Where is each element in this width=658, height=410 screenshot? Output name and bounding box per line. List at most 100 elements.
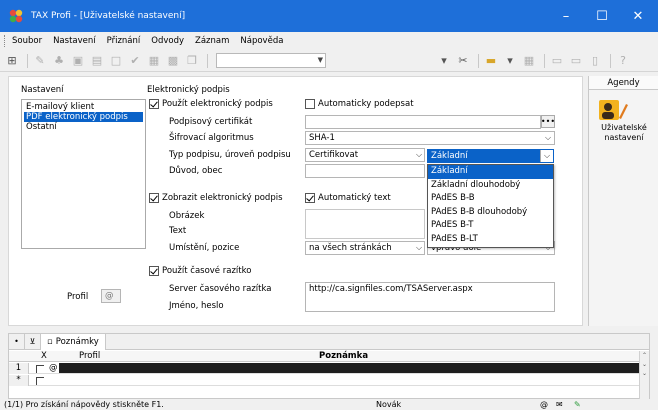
- folder-icon[interactable]: ▬: [483, 53, 499, 69]
- toolbar-separator: [610, 53, 611, 68]
- edit-pen-icon[interactable]: ✎: [574, 400, 581, 410]
- maximize-button[interactable]: ☐: [584, 0, 620, 32]
- chevron-down-icon: ▼: [317, 56, 323, 64]
- menu-grip: [4, 35, 7, 47]
- close-button[interactable]: ✕: [620, 0, 656, 32]
- menu-zaznam[interactable]: Záznam: [195, 36, 229, 46]
- window-icon[interactable]: ▭: [549, 53, 565, 69]
- menu-bar: Soubor Nastavení Přiznání Odvody Záznam …: [0, 32, 658, 50]
- confirm-icon[interactable]: ✔: [127, 53, 143, 69]
- help-icon[interactable]: ?: [615, 53, 631, 69]
- row-checkbox[interactable]: [36, 365, 44, 373]
- profil-field[interactable]: @: [101, 289, 121, 303]
- reason-field[interactable]: [305, 164, 425, 178]
- window-title: TAX Profi - [Uživatelské nastavení]: [31, 11, 186, 21]
- menu-soubor[interactable]: Soubor: [12, 36, 42, 46]
- algo-field[interactable]: SHA-1: [305, 131, 555, 145]
- row-note-cell[interactable]: [59, 363, 639, 373]
- tab-notes-label: Poznámky: [55, 336, 99, 347]
- show-signature-checkbox[interactable]: Zobrazit elektronický podpis: [149, 193, 283, 203]
- chevron-down-icon[interactable]: ⌵: [542, 132, 554, 144]
- chevron-down-icon[interactable]: ⌵: [413, 242, 425, 254]
- layout-icon[interactable]: ▯: [587, 53, 603, 69]
- minimize-button[interactable]: –: [548, 0, 584, 32]
- settings-nav-list: E-mailový klient PDF elektronický podpis…: [21, 99, 146, 249]
- level-combo[interactable]: Základní ⌵: [427, 149, 554, 163]
- row-number: 1: [9, 363, 29, 374]
- col-note[interactable]: Poznámka: [319, 351, 368, 362]
- edit-icon[interactable]: ✎: [32, 53, 48, 69]
- use-signature-checkbox[interactable]: Použít elektronický podpis: [149, 99, 273, 109]
- menu-nastaveni[interactable]: Nastavení: [53, 36, 96, 46]
- checkbox-box: [305, 193, 315, 203]
- level-option[interactable]: PAdES B-B dlouhodobý: [428, 206, 553, 220]
- cert-browse-button[interactable]: •••: [541, 115, 555, 128]
- panel-toggle-icon[interactable]: ⊞: [4, 53, 20, 69]
- nav-item-pdf-signature[interactable]: PDF elektronický podpis: [24, 112, 143, 122]
- menu-priznani[interactable]: Přiznání: [107, 36, 141, 46]
- user-settings-icon[interactable]: [597, 98, 629, 126]
- signature-text-field[interactable]: [305, 209, 425, 239]
- users-icon[interactable]: ♣: [51, 53, 67, 69]
- status-flag: @: [540, 400, 548, 409]
- row-checkbox[interactable]: [36, 377, 44, 385]
- window-alt-icon[interactable]: ▭: [568, 53, 584, 69]
- pin-icon[interactable]: •: [9, 333, 25, 350]
- grid-scrollbar[interactable]: ⌃ ⌄ ⌄: [639, 351, 649, 399]
- mail-icon[interactable]: ✉: [556, 400, 563, 410]
- col-x[interactable]: X: [41, 351, 47, 362]
- agendy-title: Agendy: [589, 76, 658, 90]
- level-dropdown-list: Základní Základní dlouhodobý PAdES B-B P…: [427, 164, 554, 248]
- type-field[interactable]: Certifikovat: [305, 148, 425, 162]
- level-option[interactable]: Základní dlouhodobý: [428, 179, 553, 193]
- level-combo-value: Základní: [431, 151, 468, 161]
- cut-icon[interactable]: ✂: [455, 53, 471, 69]
- status-bar: (1/1) Pro získání nápovědy stiskněte F1.…: [0, 400, 658, 410]
- grid-header: X Profil Poznámka: [9, 351, 639, 362]
- save-all-icon[interactable]: ▩: [165, 53, 181, 69]
- chevron-down-icon[interactable]: ▾: [502, 53, 518, 69]
- position-label: Umístění, pozice: [169, 243, 240, 253]
- checkbox-label: Použít časové razítko: [162, 266, 252, 276]
- level-option[interactable]: Základní: [428, 165, 553, 179]
- note-icon: ▫: [47, 336, 53, 347]
- chevron-down-icon[interactable]: ⌵: [413, 149, 425, 161]
- chevron-down-icon[interactable]: ⌵: [540, 150, 553, 162]
- export-icon[interactable]: ▤: [89, 53, 105, 69]
- auto-sign-checkbox[interactable]: Automaticky podepsat: [305, 99, 414, 109]
- filter-icon[interactable]: ⊻: [25, 333, 41, 350]
- menu-napoveda[interactable]: Nápověda: [240, 36, 283, 46]
- level-option[interactable]: PAdES B-LT: [428, 233, 553, 247]
- calendar-icon[interactable]: ▦: [521, 53, 537, 69]
- server-field[interactable]: http://ca.signfiles.com/TSAServer.aspx: [305, 282, 555, 312]
- type-label: Typ podpisu, úroveň podpisu: [169, 150, 291, 160]
- cert-field[interactable]: [305, 115, 541, 129]
- filter-icon[interactable]: ▾: [436, 53, 452, 69]
- settings-panel: Nastavení E-mailový klient PDF elektroni…: [8, 76, 583, 326]
- toolbar-combo[interactable]: ▼: [216, 53, 326, 68]
- title-bar: TAX Profi - [Uživatelské nastavení] – ☐ …: [0, 0, 658, 32]
- tab-notes[interactable]: ▫ Poznámky: [41, 333, 106, 350]
- save-icon[interactable]: ▦: [146, 53, 162, 69]
- level-option[interactable]: PAdES B-B: [428, 192, 553, 206]
- level-option[interactable]: PAdES B-T: [428, 219, 553, 233]
- menu-odvody[interactable]: Odvody: [151, 36, 184, 46]
- new-icon[interactable]: □: [108, 53, 124, 69]
- col-profil[interactable]: Profil: [79, 351, 100, 362]
- table-row[interactable]: *: [9, 375, 639, 386]
- preview-icon[interactable]: ▣: [70, 53, 86, 69]
- row-number: *: [9, 375, 29, 386]
- nav-item-other[interactable]: Ostatní: [24, 122, 143, 132]
- toolbar-separator: [478, 53, 479, 68]
- user-settings-label[interactable]: Uživatelské nastavení: [589, 123, 658, 143]
- server-label: Server časového razítka: [169, 284, 272, 294]
- checkbox-box: [149, 193, 159, 203]
- position-field[interactable]: na všech stránkách: [305, 241, 425, 255]
- timestamp-checkbox[interactable]: Použít časové razítko: [149, 266, 251, 276]
- status-hint: (1/1) Pro získání nápovědy stiskněte F1.: [4, 400, 164, 409]
- table-row[interactable]: 1 @: [9, 363, 639, 374]
- auto-text-checkbox[interactable]: Automatický text: [305, 193, 391, 203]
- checkbox-label: Automaticky podepsat: [318, 99, 414, 109]
- nav-item-email[interactable]: E-mailový klient: [24, 102, 143, 112]
- copy-icon[interactable]: ❐: [184, 53, 200, 69]
